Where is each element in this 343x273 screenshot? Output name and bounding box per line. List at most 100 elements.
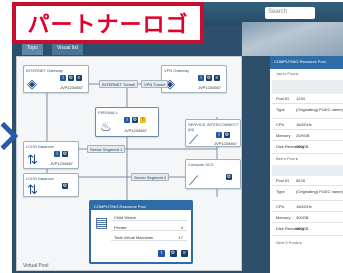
- pool-link-jam[interactable]: Jam's Pool ▸: [276, 71, 299, 76]
- menu-icon[interactable]: ≡: [181, 250, 188, 257]
- side-key: Type: [276, 189, 285, 194]
- node-service-interconnect[interactable]: SERVICE INTERCONNECT (M) ⟋ i ⚙ JVP123456…: [185, 119, 241, 147]
- pool-row-label: Total Virtual Machines: [114, 235, 154, 240]
- side-row: Disk Remaining 800GB: [272, 224, 343, 236]
- side-row: Pool ID 1234: [272, 94, 343, 104]
- balancer-icon: ⇅: [27, 152, 38, 167]
- settings-icon[interactable]: ⚙: [206, 75, 212, 81]
- node-title: SERVICE INTERCONNECT (M): [188, 122, 239, 132]
- side-value: (Originating) PUDC name): [296, 189, 343, 194]
- pool-row-value: 17: [178, 235, 183, 240]
- side-key: Type: [276, 107, 285, 112]
- topology-footer: Virtual Pool: [23, 263, 49, 269]
- resource-pool-card[interactable]: COMPUTING Resource Pool ▤ Child Where Pr…: [89, 200, 193, 264]
- settings-icon[interactable]: ⚙: [62, 151, 68, 157]
- search-input[interactable]: Search: [265, 7, 315, 19]
- node-id: JVP1234567: [124, 128, 147, 133]
- settings-icon[interactable]: ⚙: [132, 117, 138, 123]
- side-panel: COMPUTING Resource Pool Jam's Pool ▸ Poo…: [270, 56, 343, 273]
- node-id: JVP1234567: [60, 85, 83, 90]
- vpn-tunnel-badge[interactable]: VPN Tunnel: [141, 80, 169, 88]
- side-value: 16/6GHz: [296, 204, 312, 209]
- pool-row: Total Virtual Machines 17: [111, 233, 187, 241]
- info-icon[interactable]: i: [158, 250, 166, 257]
- info-icon[interactable]: i: [216, 132, 222, 138]
- node-title: FIREWALL: [98, 110, 118, 115]
- settings-icon[interactable]: ⚙: [226, 174, 232, 180]
- info-icon[interactable]: i: [198, 75, 204, 81]
- balancer-icon: ⇅: [27, 182, 38, 197]
- settings-icon[interactable]: ⚙: [68, 75, 74, 81]
- gateway-icon: ◈: [27, 76, 37, 91]
- partner-logo-text: パートナーロゴ: [27, 13, 189, 38]
- pool-link-bee[interactable]: Bee's Pool ▸: [276, 156, 298, 161]
- side-key: Pool ID: [276, 96, 290, 101]
- node-title: LCHO Balancer: [26, 144, 55, 149]
- menu-icon[interactable]: ≡: [214, 75, 220, 81]
- side-value: 300GB: [296, 215, 309, 220]
- side-row: CPU 16/6GHz: [272, 120, 343, 130]
- node-load-balancer-2[interactable]: LCHO Balancer ⇅ ⚙: [23, 173, 79, 197]
- internet-tunnel-badge[interactable]: INTERNET Tunnel: [99, 80, 139, 88]
- side-row: Pool ID 5678: [272, 176, 343, 186]
- pool-row-label: Child Where: [114, 215, 137, 220]
- settings-icon[interactable]: ⚙: [169, 250, 177, 257]
- settings-icon[interactable]: ⚙: [62, 183, 68, 189]
- pool-row-label: Private: [114, 225, 127, 230]
- node-id: JVP1234567: [198, 85, 221, 90]
- pool-actions: i ⚙ ≡: [158, 241, 188, 259]
- info-icon[interactable]: i: [54, 151, 60, 157]
- info-icon[interactable]: i: [60, 75, 66, 81]
- node-title: VPN Gateway: [164, 68, 190, 73]
- pool-row: Private 4: [111, 223, 187, 231]
- side-value: 800GB: [296, 226, 309, 231]
- side-row: CPU 16/6GHz: [272, 202, 343, 212]
- pool-row-value: 4: [180, 225, 183, 230]
- interconnect-icon: ⟋: [189, 132, 199, 147]
- compute-icon: ⟋: [189, 173, 199, 188]
- side-value: 1234: [296, 96, 305, 101]
- side-key: Memory: [276, 133, 291, 138]
- spacer: [272, 165, 343, 176]
- node-vpn-gateway[interactable]: VPN Gateway ◈ i ⚙ ≡ JVP1234567: [161, 65, 227, 93]
- info-icon[interactable]: i: [124, 117, 130, 123]
- side-panel-title: COMPUTING Resource Pool: [270, 56, 343, 69]
- node-compute[interactable]: Compute SCS ⟋ ⚙: [185, 159, 241, 189]
- side-row: Type (Originating) PUDC name): [272, 105, 343, 119]
- side-key: Memory: [276, 215, 291, 220]
- side-key: CPU: [276, 204, 285, 209]
- node-firewall[interactable]: FIREWALL ♨ i ⚙ ! JVP1234567: [95, 107, 159, 137]
- pool-row: Child Where: [111, 213, 187, 221]
- pool-title: COMPUTING Resource Pool: [91, 202, 191, 210]
- side-value: 5678: [296, 178, 305, 183]
- partner-logo-box: パートナーロゴ: [12, 2, 204, 44]
- node-title: Compute SCS: [188, 162, 214, 167]
- server-segment-2-badge[interactable]: Server Segment 2: [131, 173, 170, 181]
- server-segment-1-badge[interactable]: Server Segment 1: [87, 145, 126, 153]
- side-row: Type (Originating) PUDC name): [272, 187, 343, 201]
- next-pools-link[interactable]: Next 5 Pools ▸: [276, 240, 302, 245]
- side-key: CPU: [276, 122, 285, 127]
- node-id: JVP1234567: [214, 141, 237, 146]
- node-title: LCHO Balancer: [26, 176, 55, 181]
- side-value: 200GB: [296, 144, 309, 149]
- side-row: Disk Remaining 200GB: [272, 142, 343, 154]
- side-row: Memory 300GB: [272, 213, 343, 223]
- firewall-icon: ♨: [100, 119, 112, 134]
- settings-icon[interactable]: ⚙: [224, 132, 230, 138]
- node-load-balancer[interactable]: LCHO Balancer ⇅ i ⚙ JVP1234567: [23, 141, 79, 169]
- node-internet-gateway[interactable]: INTERNET Gateway ◈ i ⚙ ≡ JVP1234567: [23, 65, 89, 93]
- world-map: [242, 22, 343, 56]
- spacer: [272, 80, 343, 94]
- menu-icon[interactable]: ≡: [76, 75, 82, 81]
- side-value: 16/6GHz: [296, 122, 312, 127]
- node-title: INTERNET Gateway: [26, 68, 63, 73]
- topology-canvas: INTERNET Gateway ◈ i ⚙ ≡ JVP1234567 VPN …: [16, 56, 242, 271]
- side-value: (Originating) PUDC name): [296, 107, 343, 112]
- server-icon: ▤: [95, 214, 109, 230]
- side-key: Pool ID: [276, 178, 290, 183]
- warning-icon[interactable]: !: [140, 117, 146, 123]
- side-row: Memory 20/9GB: [272, 131, 343, 141]
- node-id: JVP1234567: [50, 161, 73, 166]
- side-value: 20/9GB: [296, 133, 310, 138]
